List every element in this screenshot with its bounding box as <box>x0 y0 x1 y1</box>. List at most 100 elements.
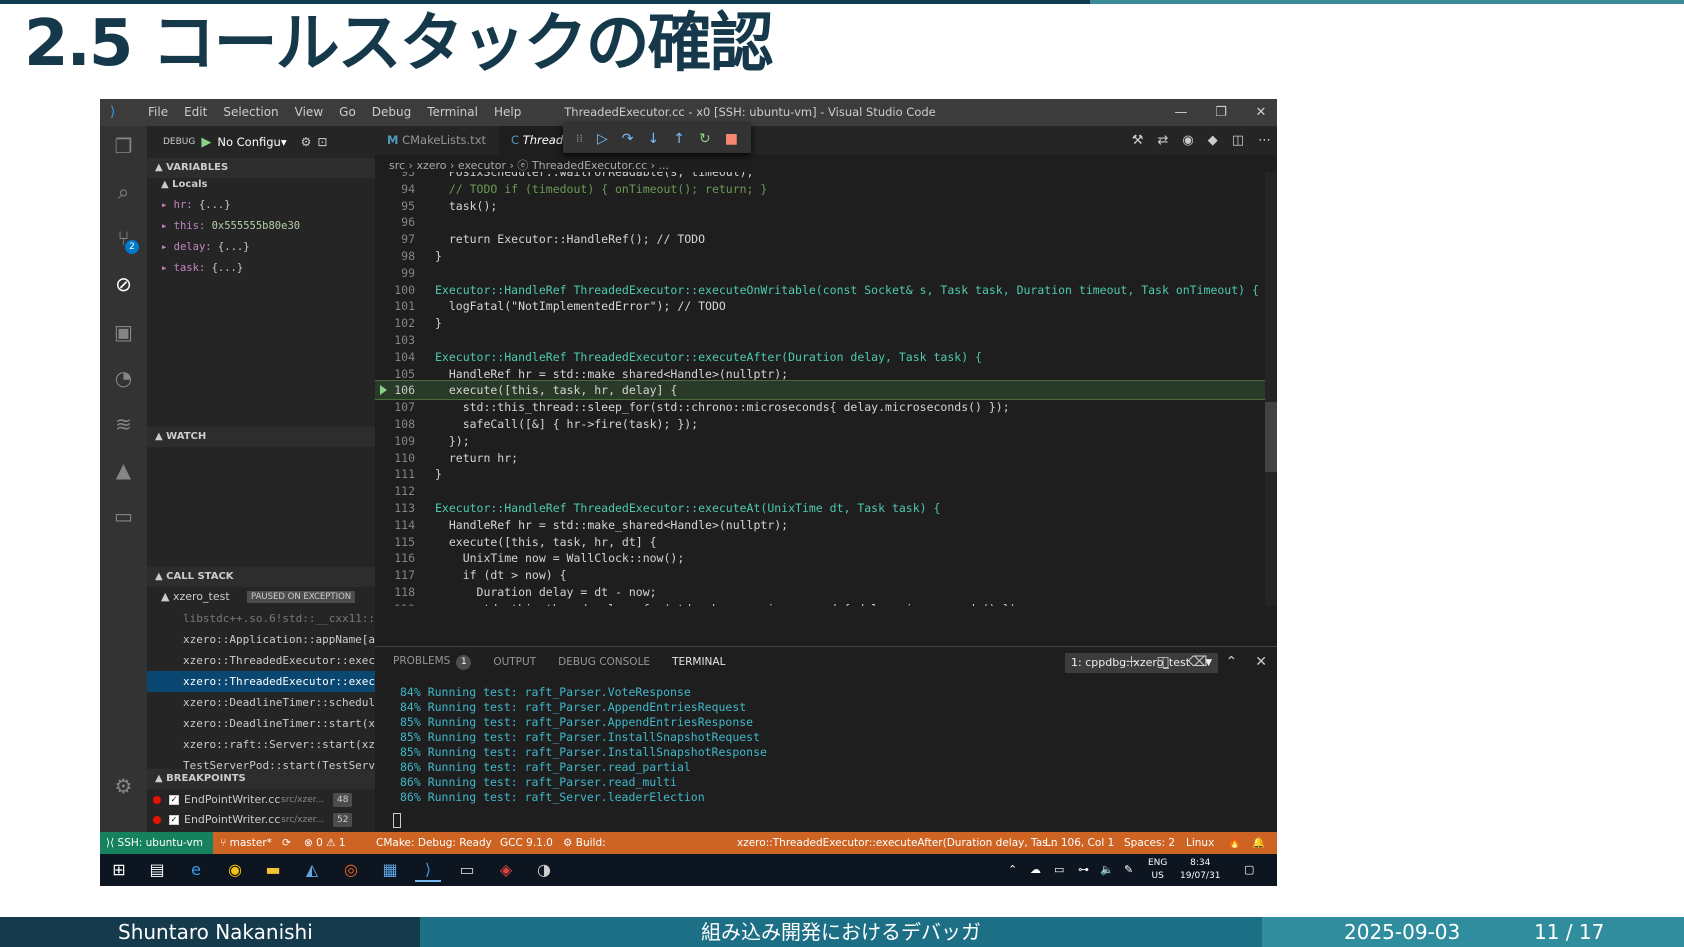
tray-cloud-icon[interactable]: ☁ <box>1030 854 1041 886</box>
close-panel-icon[interactable]: ✕ <box>1255 654 1267 670</box>
code-line[interactable]: 107 std::this_thread::sleep_for(std::chr… <box>375 398 1277 416</box>
code-line[interactable]: 114 HandleRef hr = std::make_shared<Hand… <box>375 516 1277 534</box>
compiler-status[interactable]: GCC 9.1.0 <box>500 832 553 854</box>
code-line[interactable]: 109 }); <box>375 432 1277 450</box>
git-branch[interactable]: ⑂ master* <box>220 832 272 854</box>
menu-view[interactable]: View <box>287 99 331 126</box>
code-line[interactable]: 99 <box>375 264 1277 282</box>
code-line[interactable]: 98} <box>375 247 1277 265</box>
split-terminal-icon[interactable]: ◫ <box>1157 654 1170 670</box>
continue-icon[interactable]: ▷ <box>597 131 608 147</box>
code-line[interactable]: 118 Duration delay = dt - now; <box>375 583 1277 601</box>
vscode-taskbar-icon[interactable]: ⟩ <box>415 858 441 882</box>
code-line[interactable]: 96 <box>375 213 1277 231</box>
debug-settings-icon[interactable]: ⚙ <box>301 135 312 149</box>
code-line[interactable]: 100 Executor::HandleRef ThreadedExecutor:… <box>375 281 1277 299</box>
stack-frame[interactable]: xzero::ThreadedExecutor::exec <box>147 650 375 671</box>
terminal-cursor[interactable] <box>393 813 401 828</box>
variable-this[interactable]: ▸ this: 0x555555b80e30 <box>161 220 300 232</box>
tray-network-icon[interactable]: ⊶ <box>1078 854 1089 886</box>
tab-threadedexecutor[interactable]: C ThreadedExecutor.cc <box>499 126 569 155</box>
step-into-icon[interactable]: ↓ <box>648 131 660 147</box>
sync-icon[interactable]: ⟳ <box>282 832 291 854</box>
remote-indicator[interactable]: ⟩⟨ SSH: ubuntu-vm <box>100 832 213 854</box>
code-line[interactable]: 111} <box>375 465 1277 483</box>
code-line[interactable]: 116 UnixTime now = WallClock::now(); <box>375 549 1277 567</box>
debug-config-select[interactable]: No Configu▾ <box>217 135 286 149</box>
step-out-icon[interactable]: ↑ <box>673 131 685 147</box>
tray-battery-icon[interactable]: ▭ <box>1054 854 1064 886</box>
chrome-icon[interactable]: ◉ <box>222 858 248 882</box>
menu-go[interactable]: Go <box>331 99 364 126</box>
terminal-taskbar-icon[interactable]: ▭ <box>454 858 480 882</box>
remote-explorer-icon[interactable]: ▭ <box>100 496 147 536</box>
breakpoint-item[interactable]: ✓ EndPointWriter.cc src/xzer... 48 <box>147 790 375 810</box>
variables-header[interactable]: ▲ VARIABLES <box>147 158 375 178</box>
app-icon[interactable]: ◑ <box>531 858 557 882</box>
notifications-bell-icon[interactable]: 🔔 <box>1252 832 1265 854</box>
taskbar-clock[interactable]: 8:34 19/07/31 <box>1180 857 1220 883</box>
input-language[interactable]: ENG US <box>1148 857 1167 883</box>
breakpoints-header[interactable]: ▲ BREAKPOINTS <box>147 769 375 789</box>
minimize-button[interactable]: — <box>1166 99 1196 126</box>
scrollbar-thumb[interactable] <box>1265 402 1277 472</box>
app-icon[interactable]: ◭ <box>299 858 325 882</box>
breakpoint-checkbox[interactable]: ✓ <box>169 815 179 825</box>
tray-chevron-icon[interactable]: ⌃ <box>1008 854 1017 886</box>
menu-file[interactable]: File <box>140 99 176 126</box>
breadcrumb[interactable]: src › xzero › executor › ⓔ ThreadedExecu… <box>389 157 669 173</box>
drag-handle-icon[interactable]: ⁞⁞ <box>576 132 583 145</box>
settings-gear-icon[interactable]: ⚙ <box>100 766 147 806</box>
code-line[interactable]: 108 safeCall([&] { hr->fire(task); }); <box>375 415 1277 433</box>
edge-browser-icon[interactable]: e <box>183 858 209 882</box>
split-editor-icon[interactable]: ◫ <box>1232 133 1244 148</box>
more-actions-icon[interactable]: ⋯ <box>1258 133 1271 148</box>
breakpoint-item[interactable]: ✓ EndPointWriter.cc src/xzer... 52 <box>147 810 375 830</box>
code-line[interactable]: 97 return Executor::HandleRef(); // TODO <box>375 230 1277 248</box>
menu-selection[interactable]: Selection <box>215 99 286 126</box>
stack-frame[interactable]: xzero::Application::appName[a <box>147 629 375 650</box>
menu-debug[interactable]: Debug <box>364 99 419 126</box>
source-control-icon[interactable]: ⑂ 2 <box>100 218 147 258</box>
code-line[interactable]: 110 return hr; <box>375 449 1277 467</box>
code-line[interactable]: 115 execute([this, task, hr, dt] { <box>375 533 1277 551</box>
code-line[interactable]: 101 logFatal("NotImplementedError"); // … <box>375 297 1277 315</box>
cmake-status[interactable]: CMake: Debug: Ready <box>376 832 492 854</box>
cursor-position[interactable]: Ln 106, Col 1 <box>1045 832 1114 854</box>
docker-icon[interactable]: ≋ <box>100 404 147 444</box>
locals-header[interactable]: ▲ Locals <box>161 179 207 190</box>
code-line[interactable]: 94 // TODO if (timedout) { onTimeout(); … <box>375 180 1277 198</box>
app-icon[interactable]: ◈ <box>493 858 519 882</box>
ubuntu-icon[interactable]: ◎ <box>338 858 364 882</box>
line-ending[interactable]: Linux <box>1186 832 1214 854</box>
cmake-icon[interactable]: ▲ <box>100 450 147 490</box>
maximize-panel-icon[interactable]: ⌃ <box>1226 654 1238 670</box>
stack-frame[interactable]: xzero::DeadlineTimer::schedul <box>147 692 375 713</box>
code-line[interactable]: 117 if (dt > now) { <box>375 566 1277 584</box>
callstack-thread[interactable]: ▲ xzero_test <box>161 590 230 603</box>
store-icon[interactable]: ▤ <box>144 858 170 882</box>
tray-pen-icon[interactable]: ✎ <box>1124 854 1133 886</box>
close-button[interactable]: ✕ <box>1246 99 1276 126</box>
preview-icon[interactable]: ◉ <box>1182 133 1193 148</box>
code-line[interactable]: 113 Executor::HandleRef ThreadedExecutor:… <box>375 499 1277 517</box>
menu-help[interactable]: Help <box>486 99 529 126</box>
search-icon[interactable]: ⌕ <box>100 172 147 212</box>
explorer-icon[interactable]: ❐ <box>100 126 147 166</box>
restore-button[interactable]: ❐ <box>1206 99 1236 126</box>
tab-debug-console[interactable]: DEBUG CONSOLE <box>558 656 650 668</box>
editor-scrollbar[interactable] <box>1265 172 1277 606</box>
stack-frame[interactable]: xzero::raft::Server::start(xz <box>147 734 375 755</box>
menu-terminal[interactable]: Terminal <box>419 99 486 126</box>
compare-icon[interactable]: ⇄ <box>1157 133 1168 148</box>
breakpoint-checkbox[interactable]: ✓ <box>169 795 179 805</box>
stop-icon[interactable]: ■ <box>725 131 738 147</box>
tab-problems[interactable]: PROBLEMS 1 <box>393 654 472 670</box>
code-line[interactable]: 119 std::this_thread::sleep_for(std::chr… <box>375 600 1277 606</box>
variable-delay[interactable]: ▸ delay: {...} <box>161 241 250 253</box>
extensions-icon[interactable]: ▣ <box>100 312 147 352</box>
stack-frame[interactable]: libstdc++.so.6!std::__cxx11:: <box>147 608 375 629</box>
git-graph-icon[interactable]: ◔ <box>100 358 147 398</box>
tray-volume-icon[interactable]: 🔈 <box>1100 854 1114 886</box>
build-status[interactable]: ⚙ Build: <box>563 832 606 854</box>
